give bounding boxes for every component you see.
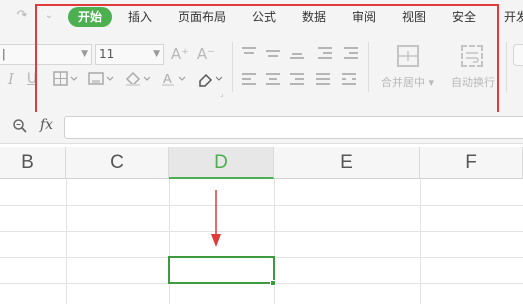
fx-button[interactable]: fx [40, 117, 53, 133]
font-dialog-launcher-icon[interactable]: ⌟ [218, 90, 226, 98]
font-size-value: 11 [99, 47, 115, 61]
merge-center-button[interactable]: 合并居中 ▾ [381, 74, 434, 90]
justify-icon[interactable] [316, 73, 330, 85]
tab-insert[interactable]: 插入 [128, 7, 152, 27]
align-center-icon[interactable] [266, 73, 280, 85]
tab-data[interactable]: 数据 [302, 7, 326, 27]
decrease-indent-icon[interactable] [318, 47, 332, 59]
border-icon [53, 71, 77, 86]
merge-center-icon[interactable] [397, 45, 419, 67]
column-header-b[interactable]: B [0, 147, 66, 179]
font-color-icon: A [162, 71, 186, 86]
italic-icon: I [8, 70, 14, 88]
paint-bucket-icon [125, 71, 151, 87]
underline-icon: U [26, 71, 38, 87]
cell-style-icon [88, 72, 114, 85]
chevron-down-icon[interactable]: ⌄ [42, 9, 56, 23]
magnifier-icon [13, 119, 27, 133]
font-size-select[interactable]: 11 ▼ [95, 44, 164, 65]
increase-indent-icon[interactable] [344, 47, 358, 59]
border-button[interactable] [52, 70, 78, 88]
shrink-font-button[interactable]: A⁻ [196, 45, 216, 63]
column-line [169, 179, 170, 304]
tab-formulas[interactable]: 公式 [252, 7, 276, 27]
clear-format-button[interactable] [196, 70, 224, 88]
align-bottom-icon[interactable] [290, 47, 304, 59]
column-line [420, 179, 421, 304]
cell-style-button[interactable] [88, 70, 114, 88]
red-arrow-icon [211, 190, 221, 247]
align-right-icon[interactable] [290, 73, 304, 85]
italic-button[interactable]: I [4, 70, 18, 88]
chevron-down-icon: ▼ [81, 49, 88, 59]
redo-icon[interactable]: ↷ [15, 9, 29, 23]
tab-security[interactable]: 安全 [452, 7, 476, 27]
tab-view[interactable]: 视图 [402, 7, 426, 27]
column-header-e[interactable]: E [274, 147, 420, 179]
ribbon-divider [368, 42, 369, 92]
shrink-font-icon: A⁻ [196, 45, 216, 63]
tab-developer[interactable]: 开发 [504, 7, 523, 27]
column-header-d[interactable]: D [169, 147, 274, 179]
worksheet-grid[interactable] [0, 179, 523, 304]
column-line [66, 179, 67, 304]
distributed-align-icon[interactable] [342, 73, 356, 85]
eraser-icon [199, 73, 223, 87]
wrap-text-icon[interactable] [461, 45, 483, 67]
active-cell-d[interactable] [168, 256, 275, 284]
font-name-select[interactable]: ǀ ▼ [0, 44, 92, 65]
underline-button[interactable]: U [24, 70, 40, 88]
formula-input[interactable] [64, 116, 523, 139]
align-top-icon[interactable] [242, 47, 256, 59]
row-line [0, 231, 523, 232]
menu-bar: ↷ ⌄ 开始 插入 页面布局 公式 数据 审阅 视图 安全 开发 [0, 0, 523, 34]
tab-page-layout[interactable]: 页面布局 [178, 7, 226, 27]
column-header-c[interactable]: C [66, 147, 169, 179]
merge-center-label: 合并居中 [381, 76, 425, 89]
row-line [0, 205, 523, 206]
ribbon-footer [0, 104, 523, 112]
wrap-text-label[interactable]: 自动换行 [451, 74, 495, 90]
svg-text:A: A [163, 71, 172, 86]
grow-font-button[interactable]: A⁺ [170, 45, 190, 63]
fill-handle[interactable] [270, 280, 276, 286]
grow-font-icon: A⁺ [170, 45, 190, 63]
font-color-button[interactable]: A [160, 70, 188, 88]
ribbon-divider [506, 42, 507, 92]
column-header-f[interactable]: F [420, 147, 523, 179]
align-left-icon[interactable] [242, 73, 256, 85]
ribbon-divider [232, 42, 233, 92]
chevron-down-icon: ▼ [153, 49, 160, 59]
number-format-select[interactable] [513, 44, 523, 66]
tab-review[interactable]: 审阅 [352, 7, 376, 27]
zoom-search-icon[interactable] [12, 118, 28, 134]
align-middle-icon[interactable] [266, 47, 280, 59]
fill-color-button[interactable] [124, 70, 152, 88]
tab-home[interactable]: 开始 [68, 7, 113, 27]
